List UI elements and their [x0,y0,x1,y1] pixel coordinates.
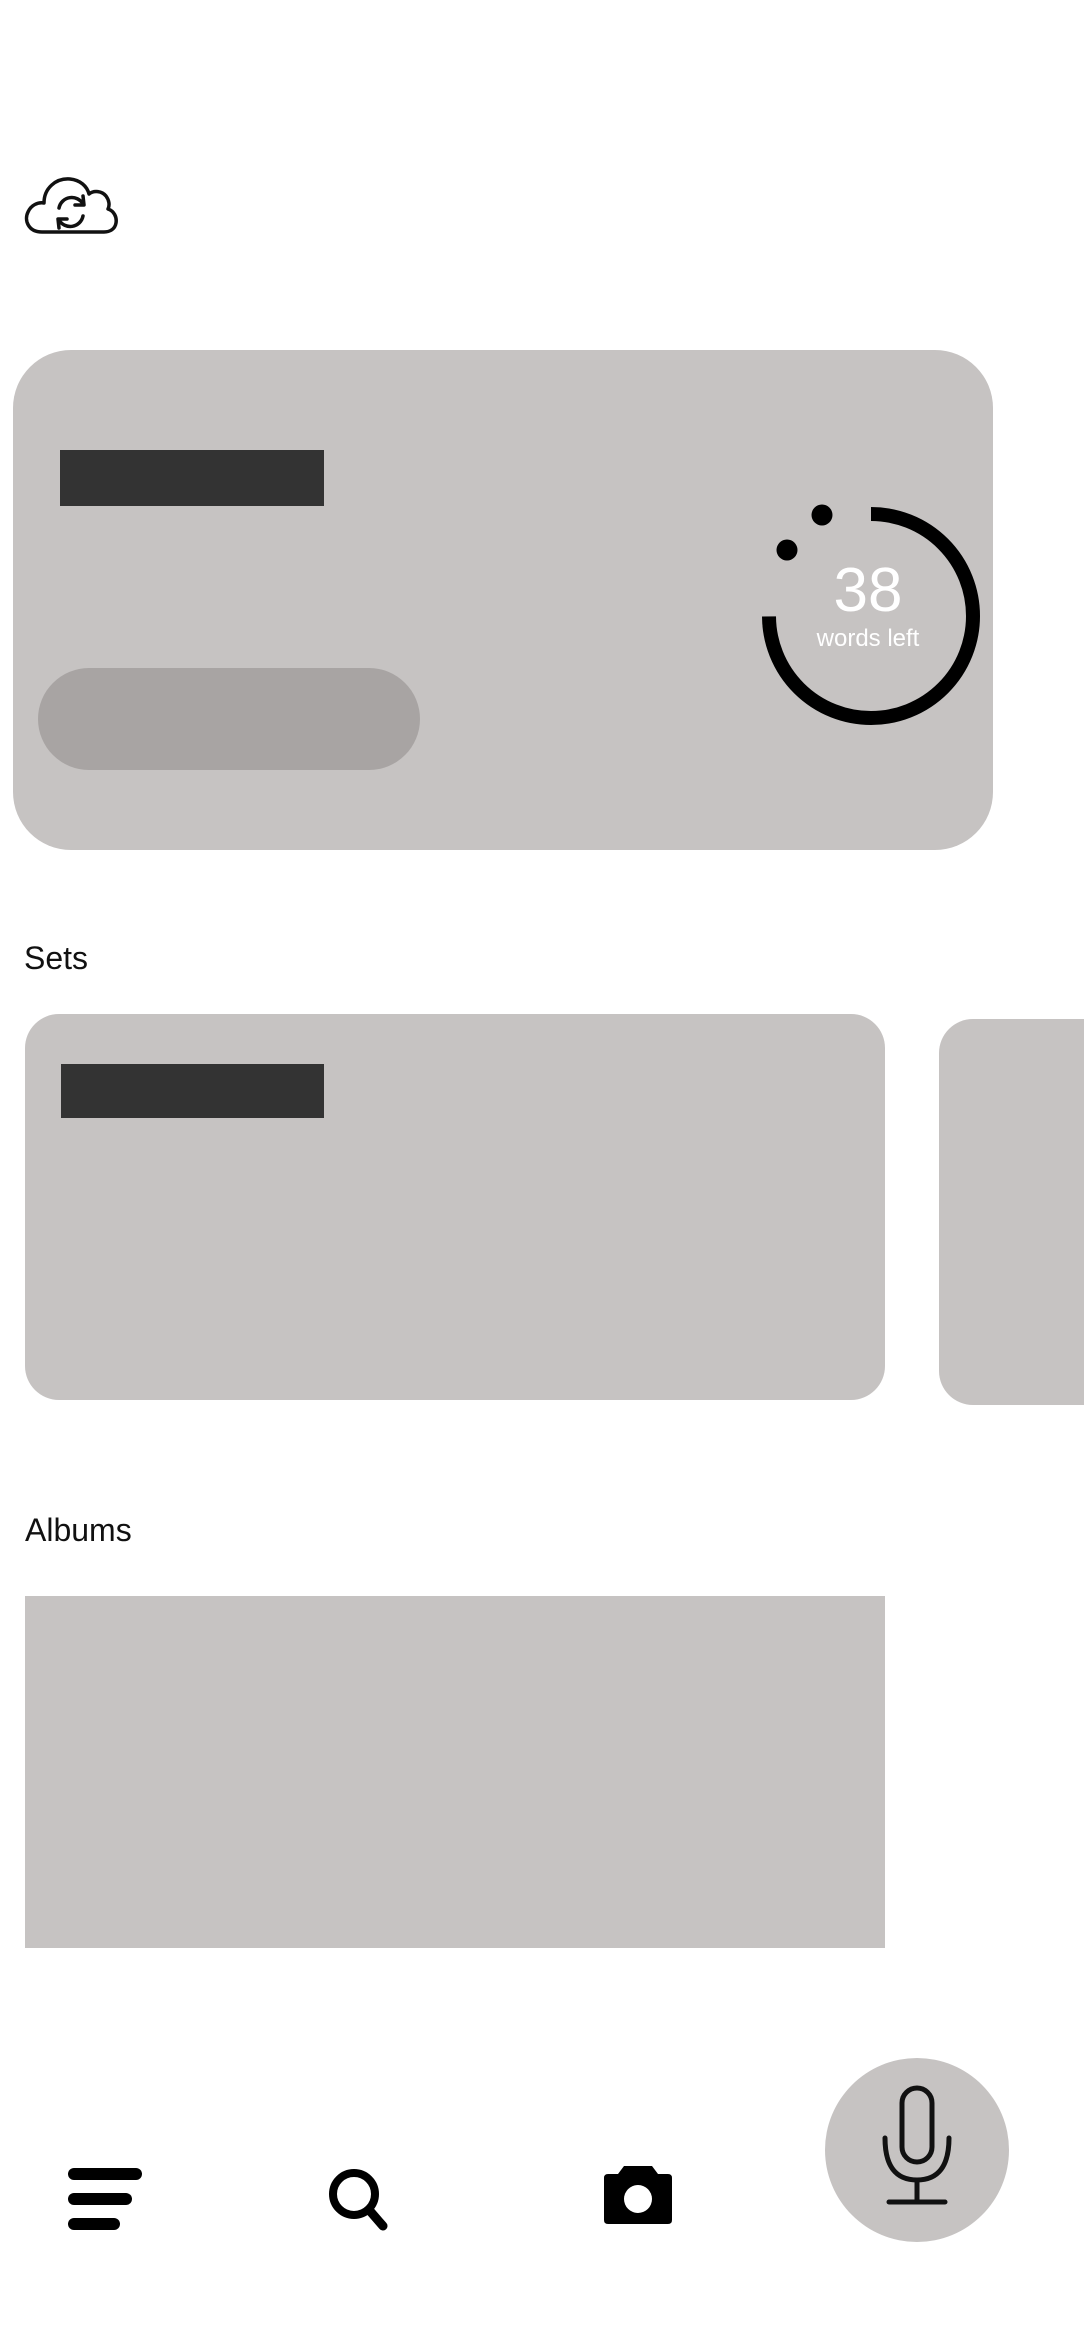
set-card[interactable] [939,1019,1084,1405]
hero-action-button[interactable] [38,668,420,770]
microphone-icon [882,2085,952,2205]
menu-icon [68,2168,142,2230]
words-left-label: words left [816,625,920,652]
albums-heading: Albums [25,1512,132,1548]
set-card-title-placeholder [61,1064,324,1118]
daily-goal-card: 38 words left [13,350,993,850]
camera-icon [604,2166,672,2224]
voice-input-button[interactable] [825,2058,1009,2242]
album-card[interactable] [25,1596,885,1948]
hero-title-placeholder [60,450,324,506]
menu-button[interactable] [66,2164,144,2234]
words-left-progress: 38 words left [748,500,988,740]
sync-button[interactable] [22,172,118,240]
camera-button[interactable] [602,2158,674,2228]
search-icon [329,2169,388,2231]
words-left-count: 38 [833,556,903,625]
set-card[interactable] [25,1014,885,1400]
search-button[interactable] [326,2164,392,2234]
cloud-sync-icon [24,177,118,234]
sets-heading: Sets [24,940,89,976]
